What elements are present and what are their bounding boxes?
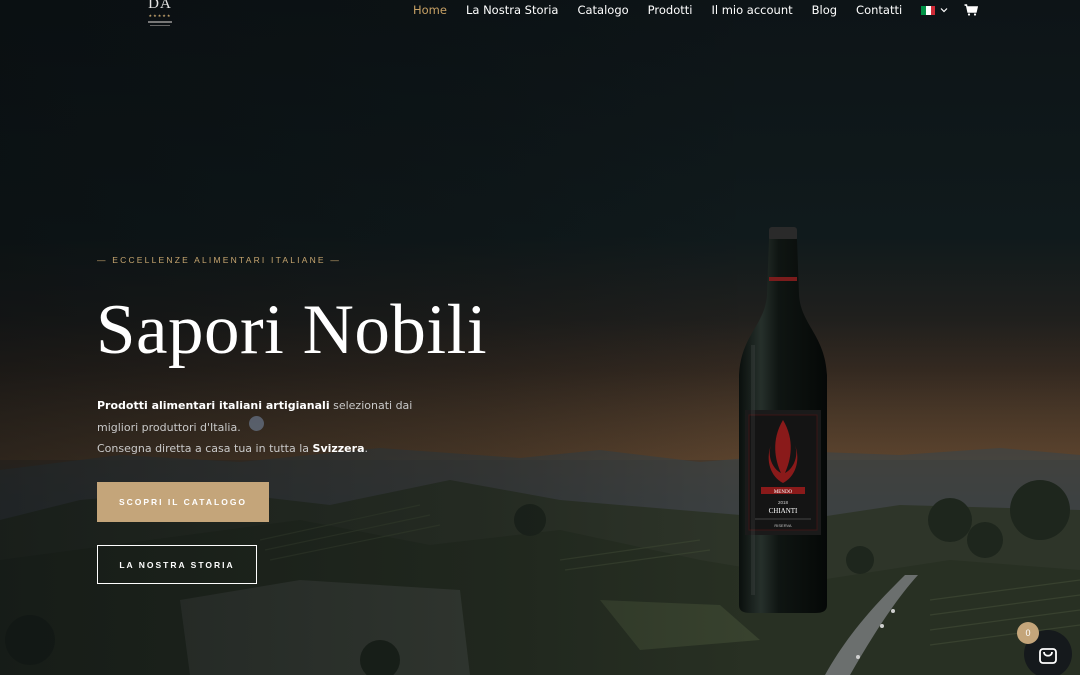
nostra-storia-button[interactable]: LA NOSTRA STORIA xyxy=(97,545,257,584)
nav-item-la-nostra-storia[interactable]: La Nostra Storia xyxy=(466,3,559,17)
logo-tagline-line xyxy=(150,25,170,26)
bottle-year: 2018 xyxy=(778,500,789,505)
bottle-brand: MENDO xyxy=(774,490,793,495)
shopping-bag-icon xyxy=(1039,648,1057,664)
bottle-subtitle: RISERVA xyxy=(774,523,792,528)
wine-bottle-image: MENDO 2018 CHIANTI RISERVA xyxy=(739,227,827,613)
cart-icon[interactable] xyxy=(964,4,979,16)
hero-eyebrow: — ECCELLENZE ALIMENTARI ITALIANE — xyxy=(97,255,342,265)
nav-item-home[interactable]: Home xyxy=(413,3,447,17)
nav-item-blog[interactable]: Blog xyxy=(812,3,837,17)
logo[interactable]: DA ★★★★★ xyxy=(140,0,180,38)
hero-description: Prodotti alimentari italiani artigianali… xyxy=(97,395,437,460)
site-header: DA ★★★★★ Home La Nostra Storia Catalogo … xyxy=(0,0,1080,44)
logo-tagline-line xyxy=(148,21,172,23)
nav-item-catalogo[interactable]: Catalogo xyxy=(577,3,628,17)
logo-stars: ★★★★★ xyxy=(148,13,172,18)
hero-text: Consegna diretta a casa tua in tutta la xyxy=(97,442,313,455)
nav-item-contatti[interactable]: Contatti xyxy=(856,3,902,17)
main-nav: Home La Nostra Storia Catalogo Prodotti … xyxy=(413,2,979,18)
scopri-catalogo-button[interactable]: SCOPRI IL CATALOGO xyxy=(97,482,269,522)
italy-flag-icon xyxy=(921,5,936,15)
nav-item-il-mio-account[interactable]: Il mio account xyxy=(711,3,792,17)
language-switcher[interactable] xyxy=(921,5,948,15)
cart-count-badge: 0 xyxy=(1017,622,1039,644)
hero-title: Sapori Nobili xyxy=(96,291,488,369)
logo-mark: DA xyxy=(148,0,172,12)
hero-text-bold: Svizzera xyxy=(312,442,365,455)
bottle-name: CHIANTI xyxy=(769,507,798,515)
hero-text: . xyxy=(364,442,369,455)
hero-text-bold: Prodotti alimentari italiani artigianali xyxy=(97,399,330,412)
mouse-cursor xyxy=(249,416,264,431)
nav-item-prodotti[interactable]: Prodotti xyxy=(648,3,693,17)
chevron-down-icon xyxy=(940,8,948,13)
